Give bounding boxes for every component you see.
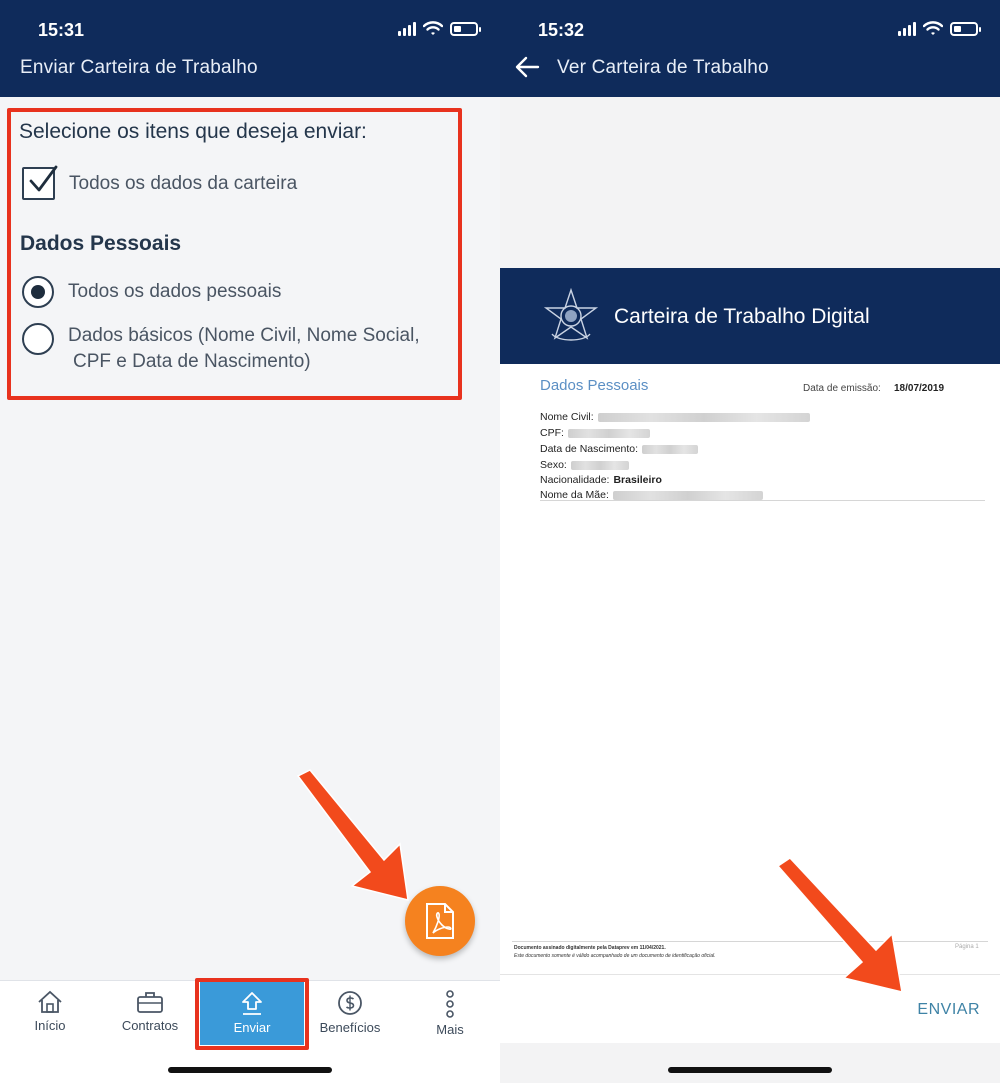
status-icons [398,21,481,36]
app-bar: 15:31 Enviar Carteira de Trabalho [0,0,500,97]
option-all-personal-data-label: Todos os dados pessoais [68,281,282,302]
redacted-value [642,444,699,454]
option-all-personal-data[interactable]: Todos os dados pessoais [22,276,281,308]
emission-date-label: Data de emissão: [803,383,881,394]
document-header: Carteira de Trabalho Digital [500,268,1000,364]
signal-icon [398,21,416,36]
all-card-data-label: Todos os dados da carteira [69,172,298,194]
redacted-value [612,490,763,500]
nav-item-inicio[interactable]: Início [0,981,100,1045]
enviar-highlight-frame [195,978,309,1050]
page-number: Página 1 [955,944,979,950]
radio-basic-data[interactable] [22,323,54,355]
nav-label-contratos: Contratos [121,1018,179,1033]
field-sexo: Sexo: [540,459,629,471]
home-indicator [168,1067,332,1073]
battery-icon [950,21,981,36]
pdf-fab-button[interactable] [405,886,475,956]
pointer-arrow-icon [296,769,409,901]
redacted-value [597,412,810,422]
nav-item-contratos[interactable]: Contratos [100,981,200,1045]
app-bar: 15:32 Ver Carteira de Trabalho [500,0,1000,97]
nav-item-beneficios[interactable]: Benefícios [300,981,400,1045]
pdf-icon [426,903,454,939]
status-icons [898,21,981,36]
field-nome-civil: Nome Civil: [540,411,810,423]
field-nacionalidade: Nacionalidade: Brasileiro [540,474,662,486]
redacted-value [567,428,650,438]
coat-of-arms-icon [543,288,599,341]
home-indicator [668,1067,832,1073]
all-card-data-checkbox[interactable] [22,165,58,200]
nav-label-beneficios: Benefícios [319,1020,381,1035]
field-cpf: CPF: [540,427,650,439]
action-bar: ENVIAR [500,974,1000,1043]
battery-icon [450,21,481,36]
all-card-data-option[interactable]: Todos os dados da carteira [22,165,298,200]
send-button[interactable]: ENVIAR [917,1001,980,1019]
wifi-icon [923,21,943,35]
section-title-personal-data: Dados Pessoais [20,232,182,255]
page-title: Ver Carteira de Trabalho [557,57,769,78]
left-phone-screen: 15:31 Enviar Carteira de Trabalho Seleci… [0,0,500,1083]
bottom-safe-area [500,1043,1000,1083]
footer-validity-note: Este documento somente é válido acompanh… [514,953,716,959]
status-time: 15:32 [538,20,585,40]
signal-icon [898,21,916,36]
more-icon [446,990,454,1018]
redacted-value [570,460,629,470]
document-page: Dados Pessoais Data de emissão: 18/07/20… [500,364,1000,974]
option-basic-data[interactable]: Dados básicos (Nome Civil, Nome Social, … [22,323,420,375]
document-title: Carteira de Trabalho Digital [614,305,870,328]
dollar-icon [338,991,362,1015]
document-section-title: Dados Pessoais [540,377,649,394]
radio-all-personal-data[interactable] [22,276,54,308]
option-basic-data-label: Dados básicos (Nome Civil, Nome Social, … [68,325,420,372]
select-heading: Selecione os itens que deseja enviar: [19,120,367,143]
emission-date-value: 18/07/2019 [894,383,945,394]
footer-signature-note: Documento assinado digitalmente pela Dat… [514,945,666,951]
briefcase-icon [137,992,163,1013]
nav-label-mais: Mais [436,1022,464,1037]
status-time: 15:31 [38,20,85,40]
nav-label-inicio: Início [34,1018,66,1033]
field-data-nascimento: Data de Nascimento: [540,443,699,455]
page-title: Enviar Carteira de Trabalho [20,57,258,78]
home-icon [38,990,62,1013]
back-arrow-icon[interactable] [514,54,542,80]
divider [540,500,985,501]
nav-item-mais[interactable]: Mais [400,981,500,1045]
wifi-icon [423,21,443,35]
checkmark-icon [29,165,58,192]
right-phone-screen: 15:32 Ver Carteira de Trabalho Carteira … [500,0,1000,1083]
pointer-arrow-icon [776,857,903,993]
